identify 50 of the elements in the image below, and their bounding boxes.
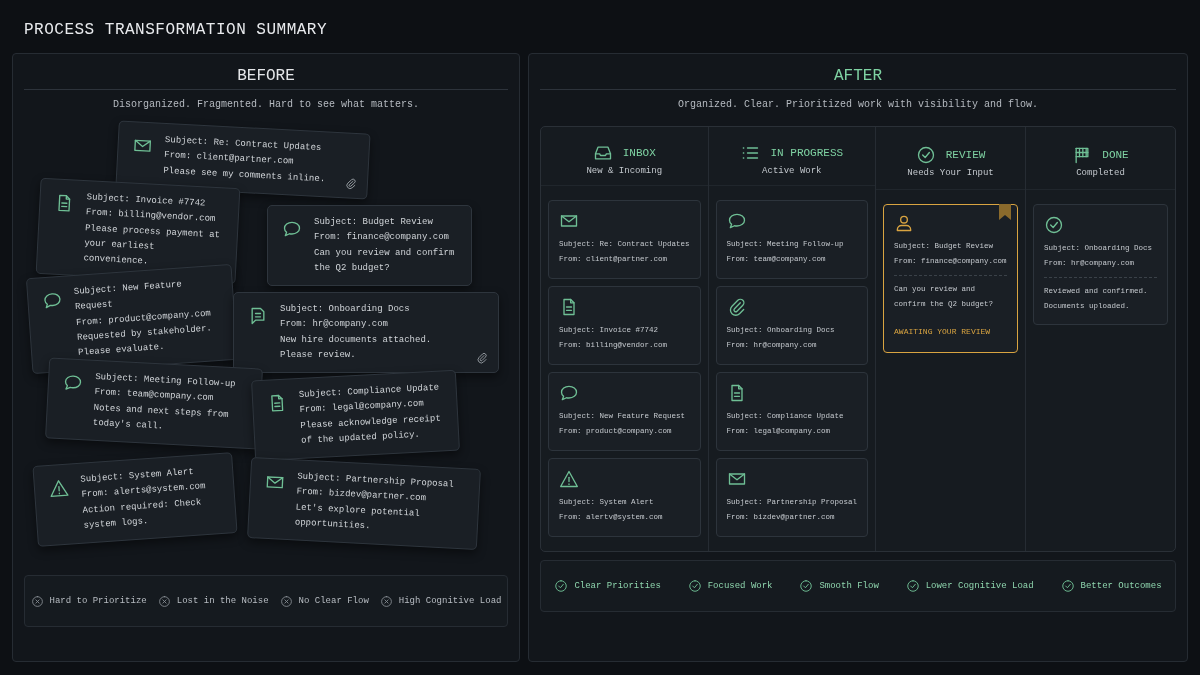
pain-point-label: No Clear Flow — [298, 596, 369, 606]
column-subtitle: New & Incoming — [586, 165, 663, 176]
column-title: DONE — [1102, 148, 1129, 161]
column-title: REVIEW — [945, 148, 986, 161]
card-status: AWAITING YOUR REVIEW — [894, 326, 992, 338]
email-subject: Subject: System Alert — [80, 465, 194, 485]
email-subject: Subject: Budget Review — [314, 216, 434, 229]
check-circle-icon — [1044, 215, 1065, 235]
email-body: New hire documents attached. Please review. — [280, 333, 433, 362]
panel-subtitle: Organized. Clear. Prioritized work with visibility and flow. — [676, 98, 1040, 112]
paperclip-icon — [476, 352, 488, 365]
email-sender: From: hr@company.com — [280, 318, 390, 332]
column-subtitle: Completed — [1076, 167, 1125, 178]
email-sender: From: finance@company.com — [314, 231, 451, 245]
benefit-label: Better Outcomes — [1080, 581, 1162, 591]
email-body: Notes and next steps from today's call. — [92, 401, 230, 434]
email-subject: Subject: Compliance Update — [298, 381, 441, 401]
warning-icon — [48, 477, 70, 499]
check-circle-icon — [915, 144, 936, 165]
email-body: Please see my comments inline. — [162, 164, 327, 186]
bookmark-icon — [999, 204, 1012, 220]
email-subject: Subject: Onboarding Docs — [280, 303, 411, 316]
column-title: INBOX — [622, 146, 656, 159]
email-body: Can you review and confirm the Q2 budget? — [314, 246, 456, 275]
email-sender: From: bizdev@partner.com — [296, 486, 427, 504]
email-subject: Subject: New Feature Request — [73, 278, 183, 313]
page-title: PROCESS TRANSFORMATION SUMMARY — [24, 21, 329, 41]
benefit-label: Focused Work — [707, 581, 773, 591]
pain-point-label: High Cognitive Load — [398, 596, 502, 606]
column-subtitle: Active Work — [762, 165, 822, 176]
speech-bubble-icon — [559, 383, 579, 403]
pain-point-label: Hard to Prioritize — [49, 596, 147, 606]
email-sender: From: team@company.com — [94, 387, 214, 404]
email-sender: From: client@partner.com — [163, 150, 294, 167]
speech-bubble-icon — [726, 211, 747, 231]
email-body: Let's explore potential opportunities. — [294, 501, 422, 534]
column-subtitle: Needs Your Input — [907, 167, 994, 178]
pain-point-label: Lost in the Noise — [176, 596, 269, 606]
warning-icon — [559, 469, 579, 489]
email-body: Action required: Check system logs. — [82, 497, 203, 533]
panel-title: AFTER — [540, 54, 1176, 90]
benefit-label: Clear Priorities — [574, 581, 661, 591]
panel-title: BEFORE — [24, 54, 508, 90]
paperclip-icon — [344, 177, 358, 190]
column-title: IN PROGRESS — [770, 146, 844, 159]
benefit-label: Smooth Flow — [819, 581, 879, 591]
speech-bubble-icon — [282, 219, 302, 239]
benefit-label: Lower Cognitive Load — [925, 581, 1034, 591]
email-subject: Subject: Invoice #7742 — [86, 191, 207, 209]
panel-subtitle: Disorganized. Fragmented. Hard to see what matters. — [111, 98, 421, 112]
